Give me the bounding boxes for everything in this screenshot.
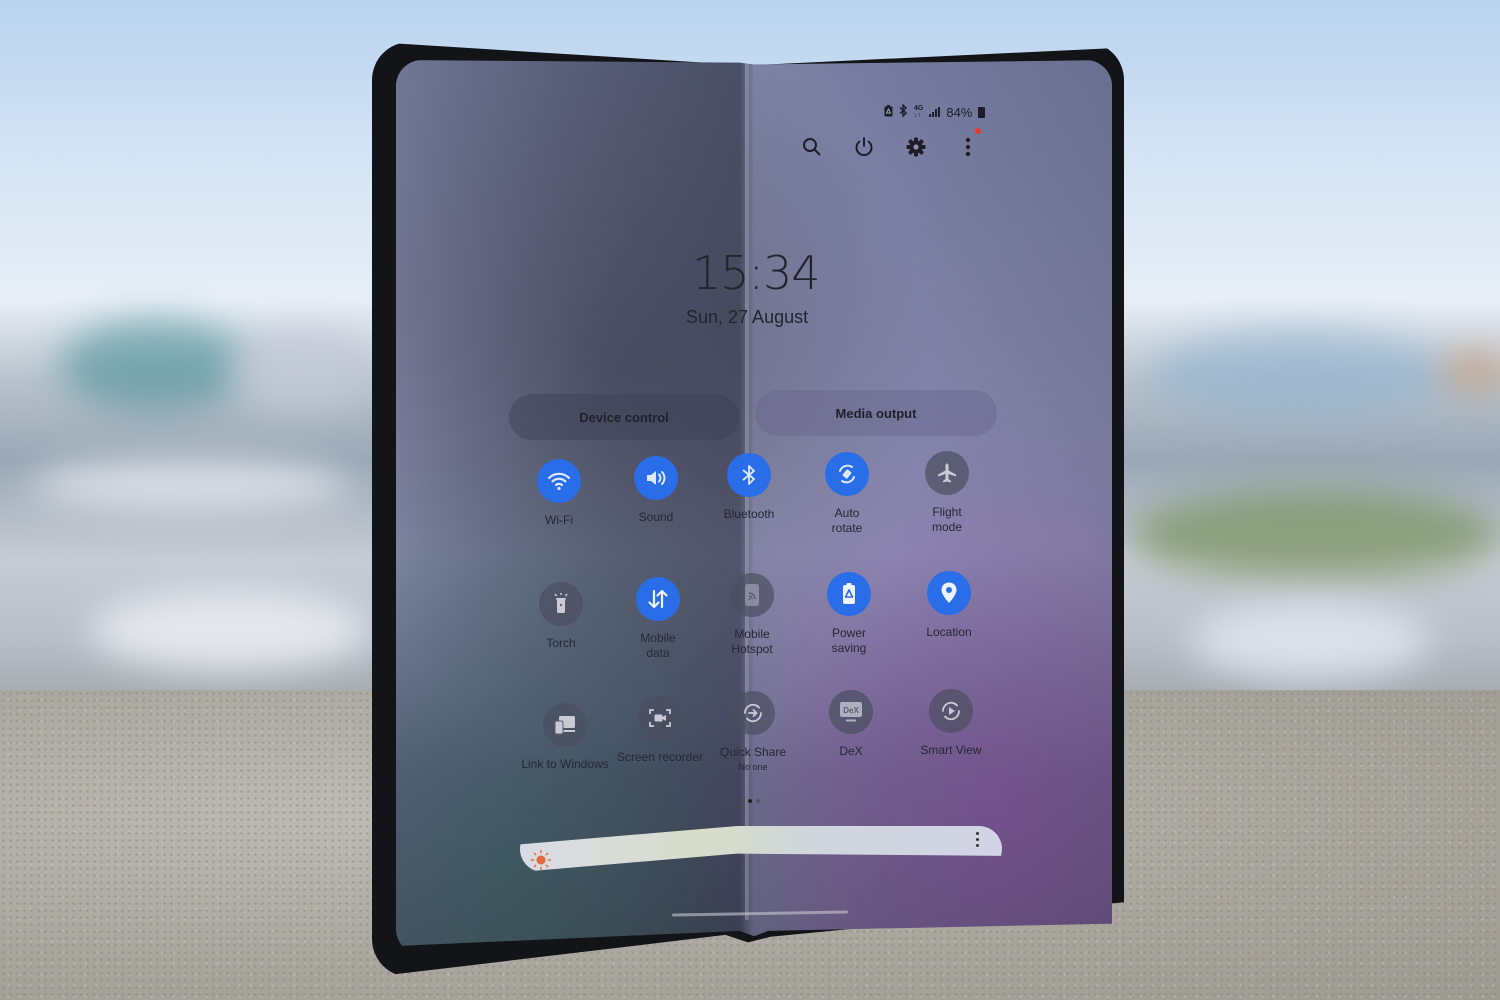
battery-saver-icon [884, 104, 893, 120]
blurred-boat [90, 590, 370, 670]
tile-label: Wi-Fi [545, 513, 573, 527]
search-icon[interactable] [800, 134, 824, 160]
dex-icon: DeX [829, 690, 873, 734]
tile-label: Location [926, 625, 972, 639]
bluetooth-icon [899, 103, 908, 120]
location-pin-icon [927, 571, 971, 615]
blurred-grass [1130, 490, 1500, 580]
page-indicator [748, 799, 760, 803]
blurred-roof [1440, 350, 1500, 390]
screen-recorder-icon [638, 696, 682, 740]
tile-smart-view[interactable]: Smart View [901, 689, 1001, 758]
wifi-icon [537, 459, 581, 503]
auto-rotate-icon [825, 452, 869, 496]
sun-icon [530, 849, 552, 871]
tile-mobile-hotspot[interactable]: Mobile Hotspot [702, 573, 802, 657]
airplane-icon [925, 451, 969, 495]
tile-label: Smart View [920, 743, 982, 757]
page-dot[interactable] [756, 799, 760, 803]
tile-label: DeX [839, 744, 863, 758]
tile-power-saving[interactable]: Power saving [799, 572, 899, 656]
dex-glyph-text: DeX [843, 706, 859, 715]
more-options-icon[interactable] [956, 134, 980, 160]
tile-label: Bluetooth [723, 507, 775, 521]
tile-label: Link to Windows [521, 757, 609, 771]
power-saving-icon [827, 572, 871, 616]
device-control-label: Device control [579, 409, 669, 425]
more-options-icon[interactable] [976, 832, 979, 847]
tile-flight-mode[interactable]: Flight mode [897, 451, 997, 535]
blurred-van [1190, 600, 1430, 680]
bluetooth-icon [727, 453, 771, 497]
media-output-button[interactable]: Media output [755, 390, 997, 436]
device-control-button[interactable]: Device control [509, 394, 739, 440]
tile-label: Mobile data [640, 631, 676, 660]
smart-view-icon [929, 689, 973, 733]
4g-icon: 4G ↓↑ [914, 105, 924, 119]
tile-sound[interactable]: Sound [606, 456, 706, 525]
tile-link-to-windows[interactable]: Link to Windows [514, 703, 616, 772]
network-label: 4G [914, 105, 924, 112]
battery-percent: 84% [946, 104, 973, 120]
hotspot-icon [730, 573, 774, 617]
tile-auto-rotate[interactable]: Auto rotate [797, 452, 897, 536]
tile-mobile-data[interactable]: Mobile data [608, 577, 708, 661]
tile-wifi[interactable]: Wi-Fi [509, 459, 609, 528]
media-output-label: Media output [835, 405, 917, 421]
mobile-data-icon [636, 577, 680, 621]
tile-bluetooth[interactable]: Bluetooth [699, 453, 799, 522]
blurred-wall [30, 460, 350, 510]
tile-location[interactable]: Location [899, 571, 999, 640]
torch-icon [539, 582, 583, 626]
battery-icon [978, 106, 986, 118]
power-icon[interactable] [852, 134, 876, 160]
tile-label: Auto rotate [831, 506, 863, 535]
tile-label: Flight mode [931, 505, 963, 534]
tile-label: Torch [546, 636, 576, 650]
tile-label: Power saving [831, 626, 867, 655]
quick-panel-toolbar [800, 134, 980, 160]
tile-dex[interactable]: DeX DeX [801, 690, 901, 759]
page-dot-active[interactable] [748, 799, 752, 803]
signal-icon [929, 107, 941, 117]
notification-dot [975, 128, 981, 134]
tile-label: Mobile Hotspot [731, 627, 773, 656]
tile-label: Quick Share [719, 745, 787, 759]
tile-label: Sound [638, 510, 674, 524]
tile-sublabel: No one [738, 762, 768, 772]
blurred-building [230, 330, 370, 410]
status-bar: 4G ↓↑ 84% [884, 103, 986, 120]
tile-torch[interactable]: Torch [511, 582, 611, 651]
link-to-windows-icon [543, 703, 587, 747]
clock-time: 15:34 [692, 246, 821, 300]
blurred-building [1150, 330, 1450, 420]
tile-screen-recorder[interactable]: Screen recorder [610, 696, 710, 765]
settings-gear-icon[interactable] [904, 134, 928, 160]
tile-quick-share[interactable]: Quick Share No one [703, 691, 803, 772]
clock-date: Sun, 27 August [686, 307, 809, 327]
speaker-icon [634, 456, 678, 500]
blurred-building [60, 320, 250, 410]
quick-share-icon [731, 691, 775, 735]
tile-label: Screen recorder [616, 750, 704, 764]
